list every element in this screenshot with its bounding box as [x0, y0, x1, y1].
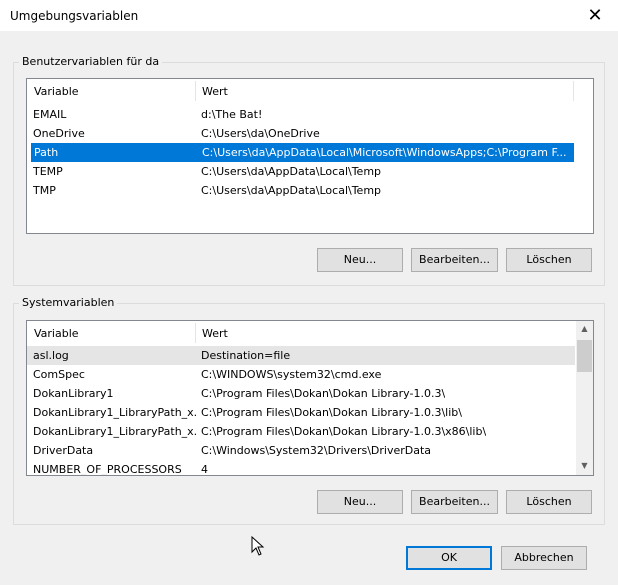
table-row[interactable]: OneDrive C:\Users\da\OneDrive: [27, 124, 593, 143]
user-variables-legend: Benutzervariablen für da: [19, 55, 163, 68]
variable-value: C:\Users\da\OneDrive: [201, 127, 320, 140]
variable-name: DokanLibrary1_LibraryPath_x...: [33, 425, 197, 438]
variable-name: Path: [34, 146, 59, 159]
table-row[interactable]: DokanLibrary1 C:\Program Files\Dokan\Dok…: [27, 384, 593, 403]
column-separator[interactable]: [573, 81, 574, 101]
scrollbar-thumb[interactable]: [577, 340, 592, 372]
variable-name: DokanLibrary1: [33, 387, 114, 400]
system-variables-list[interactable]: Variable Wert asl.log Destination=file C…: [26, 320, 594, 476]
scroll-up-icon[interactable]: ▲: [576, 324, 593, 333]
variable-value: C:\Program Files\Dokan\Dokan Library-1.0…: [201, 387, 446, 400]
cancel-button[interactable]: Abbrechen: [501, 546, 587, 570]
variable-name: ComSpec: [33, 368, 85, 381]
table-row-selected[interactable]: Path C:\Users\da\AppData\Local\Microsoft…: [31, 143, 574, 162]
variable-name: TEMP: [33, 165, 63, 178]
variable-value: C:\Windows\System32\Drivers\DriverData: [201, 444, 432, 457]
variable-value: C:\Users\da\AppData\Local\Temp: [201, 165, 382, 178]
user-variables-list[interactable]: Variable Wert EMAIL d:\The Bat! OneDrive…: [26, 78, 594, 234]
window-title: Umgebungsvariablen: [10, 9, 139, 23]
close-icon[interactable]: ✕: [572, 0, 618, 31]
column-separator[interactable]: [195, 81, 196, 101]
column-header-variable[interactable]: Variable: [34, 79, 79, 104]
table-row[interactable]: TEMP C:\Users\da\AppData\Local\Temp: [27, 162, 593, 181]
table-row[interactable]: DokanLibrary1_LibraryPath_x... C:\Progra…: [27, 403, 593, 422]
column-separator[interactable]: [195, 323, 196, 343]
variable-value: C:\Program Files\Dokan\Dokan Library-1.0…: [201, 425, 487, 438]
system-delete-button[interactable]: Löschen: [506, 490, 592, 514]
variable-name: DriverData: [33, 444, 94, 457]
mouse-cursor-icon: [251, 536, 265, 556]
table-row[interactable]: EMAIL d:\The Bat!: [27, 105, 593, 124]
variable-name: EMAIL: [33, 108, 67, 121]
user-delete-button[interactable]: Löschen: [506, 248, 592, 272]
system-edit-button[interactable]: Bearbeiten...: [411, 490, 498, 514]
column-header-value[interactable]: Wert: [202, 79, 228, 104]
variable-value: d:\The Bat!: [201, 108, 263, 121]
table-row[interactable]: DokanLibrary1_LibraryPath_x... C:\Progra…: [27, 422, 593, 441]
variable-name: TMP: [33, 184, 56, 197]
variable-value: 4: [201, 463, 208, 476]
variable-name: asl.log: [33, 349, 69, 362]
column-header-variable[interactable]: Variable: [34, 321, 79, 346]
table-row-selected[interactable]: asl.log Destination=file: [27, 346, 575, 365]
table-row[interactable]: NUMBER_OF_PROCESSORS 4: [27, 460, 593, 476]
variable-name: DokanLibrary1_LibraryPath_x...: [33, 406, 197, 419]
vertical-scrollbar[interactable]: ▲ ▼: [576, 321, 593, 475]
ok-button[interactable]: OK: [406, 546, 492, 570]
variable-value: Destination=file: [201, 349, 291, 362]
variable-value: C:\Program Files\Dokan\Dokan Library-1.0…: [201, 406, 462, 419]
user-edit-button[interactable]: Bearbeiten...: [411, 248, 498, 272]
table-row[interactable]: ComSpec C:\WINDOWS\system32\cmd.exe: [27, 365, 593, 384]
variable-name: NUMBER_OF_PROCESSORS: [33, 463, 182, 476]
variable-value: C:\Users\da\AppData\Local\Temp: [201, 184, 382, 197]
variable-value: C:\Users\da\AppData\Local\Microsoft\Wind…: [202, 146, 567, 159]
column-header-value[interactable]: Wert: [202, 321, 228, 346]
system-variables-legend: Systemvariablen: [19, 296, 118, 309]
system-new-button[interactable]: Neu...: [317, 490, 403, 514]
user-new-button[interactable]: Neu...: [317, 248, 403, 272]
scroll-down-icon[interactable]: ▼: [576, 461, 593, 470]
variable-name: OneDrive: [33, 127, 85, 140]
variable-value: C:\WINDOWS\system32\cmd.exe: [201, 368, 382, 381]
table-row[interactable]: DriverData C:\Windows\System32\Drivers\D…: [27, 441, 593, 460]
title-bar: Umgebungsvariablen ✕: [0, 0, 618, 31]
table-row[interactable]: TMP C:\Users\da\AppData\Local\Temp: [27, 181, 593, 200]
